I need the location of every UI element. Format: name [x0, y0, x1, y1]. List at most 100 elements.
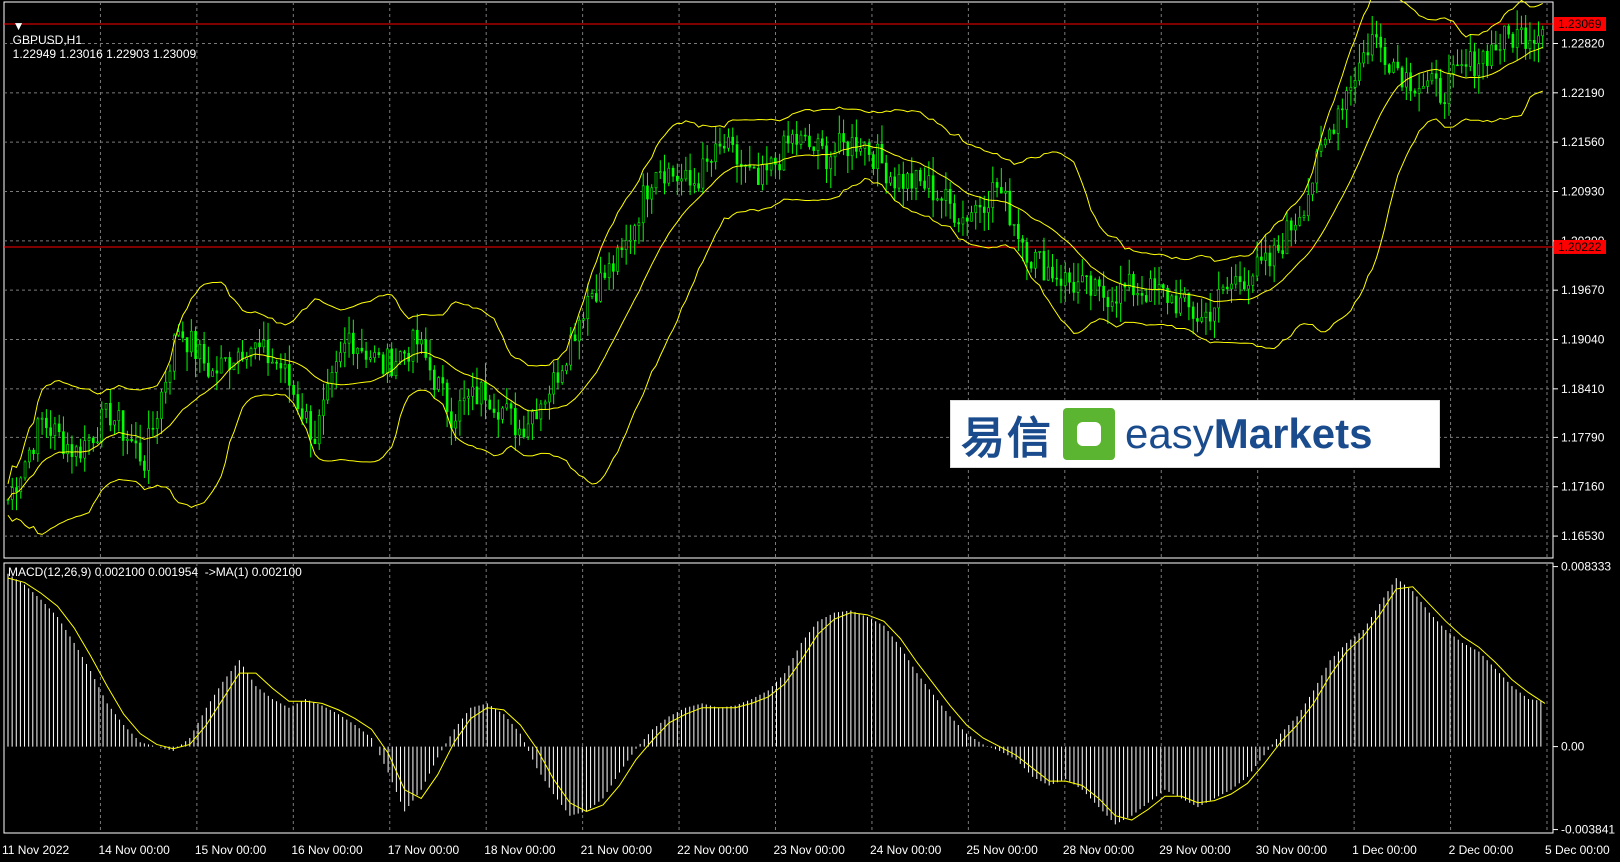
candle-body [595, 293, 598, 302]
candle-body [215, 370, 219, 374]
candle-body [91, 437, 95, 444]
macd-axis-label: -0.003841 [1561, 823, 1615, 837]
candle-body [991, 182, 995, 208]
candle-body [752, 166, 756, 169]
candle-body [957, 222, 960, 225]
candle-body [53, 423, 57, 436]
price-axis-label: 1.19670 [1561, 283, 1605, 297]
candle-body [343, 342, 347, 353]
candle-body [109, 403, 112, 426]
candle-body [360, 347, 364, 352]
candle-body [616, 247, 619, 272]
time-axis-label: 23 Nov 00:00 [774, 843, 846, 857]
candle-body [650, 187, 654, 200]
candle-body [1447, 73, 1451, 105]
candle-body [1170, 295, 1174, 303]
candle-body [433, 369, 436, 390]
candle-body [1204, 311, 1208, 318]
candle-body [1358, 62, 1361, 81]
candle-body [1208, 311, 1212, 322]
candle-body [658, 171, 662, 173]
candle-body [309, 411, 312, 440]
candle-body [880, 143, 884, 164]
candle-body [1264, 252, 1267, 261]
candle-body [982, 206, 986, 213]
candle-body [535, 411, 538, 420]
time-axis-label: 15 Nov 00:00 [195, 843, 267, 857]
candle-body [1042, 251, 1046, 281]
candle-body [1012, 223, 1016, 226]
candle-body [641, 185, 645, 224]
candle-body [1332, 129, 1336, 134]
candle-body [326, 383, 330, 401]
candle-body [1520, 27, 1523, 30]
candle-body [424, 339, 428, 358]
time-axis-label: 14 Nov 00:00 [98, 843, 170, 857]
candle-body [1144, 295, 1148, 302]
candle-body [1098, 279, 1101, 287]
candle-body [1524, 27, 1527, 49]
candle-body [1038, 251, 1041, 253]
candle-body [872, 154, 875, 170]
candle-body [1017, 223, 1020, 240]
candle-body [1370, 34, 1374, 56]
candle-body [296, 394, 300, 410]
candle-body [646, 185, 649, 200]
candle-body [1456, 64, 1459, 67]
candle-body [1162, 284, 1165, 289]
candle-body [1515, 29, 1519, 48]
candle-body [437, 377, 440, 390]
candle-body [803, 134, 807, 137]
candle-body [974, 204, 978, 213]
candle-body [1379, 36, 1383, 48]
candle-body [1451, 64, 1455, 74]
candle-body [1477, 63, 1481, 77]
candle-body [607, 263, 611, 278]
candle-body [1349, 86, 1353, 91]
candle-body [1063, 272, 1067, 286]
candle-body [1000, 187, 1003, 194]
candle-body [1277, 244, 1280, 251]
candle-body [693, 183, 696, 186]
candle-body [539, 403, 543, 420]
candle-body [727, 136, 730, 149]
candle-body [211, 370, 214, 377]
candle-body [629, 239, 632, 242]
candle-body [965, 217, 969, 222]
candle-body [697, 183, 700, 189]
price-axis-label: 1.17160 [1561, 480, 1605, 494]
candle-body [850, 137, 854, 157]
candle-body [185, 337, 189, 353]
candle-body [731, 136, 735, 145]
candle-body [1068, 272, 1071, 283]
collapse-triangle-icon[interactable]: ▼ [13, 19, 25, 33]
candle-body [603, 272, 607, 278]
candle-body [1191, 306, 1195, 319]
candle-body [1225, 286, 1229, 290]
candle-body [1362, 52, 1365, 64]
candle-body [944, 189, 948, 201]
candle-body [1059, 278, 1063, 286]
candle-body [1392, 61, 1395, 73]
candle-body [812, 146, 816, 151]
candle-body [1055, 277, 1059, 280]
candle-body [339, 352, 342, 363]
candle-body [462, 397, 466, 402]
price-axis-label: 1.20930 [1561, 185, 1605, 199]
candle-body [714, 143, 717, 162]
candle-body [458, 400, 462, 422]
candle-body [1486, 50, 1489, 66]
candle-body [305, 411, 308, 419]
candle-body [1383, 46, 1387, 65]
symbol-label: GBPUSD,H1 [12, 33, 83, 47]
candle-body [948, 189, 952, 204]
candle-body [1021, 238, 1024, 243]
candle-body [253, 342, 257, 349]
candle-body [300, 408, 304, 419]
candle-body [786, 135, 790, 144]
candle-body [838, 133, 841, 153]
candle-body [633, 225, 636, 241]
candle-body [919, 170, 922, 182]
candle-body [1298, 217, 1302, 226]
time-axis-label: 11 Nov 2022 [2, 843, 69, 857]
